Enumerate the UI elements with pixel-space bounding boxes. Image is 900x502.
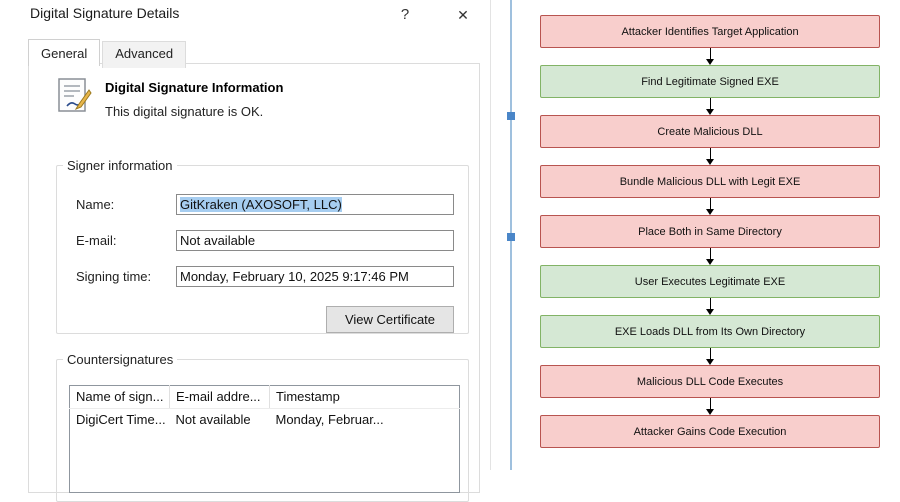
flow-step-label: Find Legitimate Signed EXE — [641, 76, 779, 88]
name-field[interactable]: GitKraken (AXOSOFT, LLC) — [176, 194, 454, 215]
arrow-down-icon — [540, 198, 880, 215]
tab-general[interactable]: General — [28, 39, 100, 66]
arrow-down-icon — [540, 298, 880, 315]
signature-icon — [55, 76, 93, 114]
flow-step-label: Malicious DLL Code Executes — [637, 376, 783, 388]
flow-step-label: EXE Loads DLL from Its Own Directory — [615, 326, 805, 338]
cell-signer-email: Not available — [170, 408, 270, 431]
arrow-down-icon — [540, 98, 880, 115]
signer-information-group: Signer information Name: GitKraken (AXOS… — [56, 158, 469, 334]
arrow-down-icon — [540, 248, 880, 265]
flow-step-label: Attacker Identifies Target Application — [621, 26, 798, 38]
selection-handle[interactable] — [507, 233, 515, 241]
email-field[interactable]: Not available — [176, 230, 454, 251]
attack-flowchart: Attacker Identifies Target Application F… — [540, 15, 880, 448]
flow-step-attacker-gains-execution[interactable]: Attacker Gains Code Execution — [540, 415, 880, 448]
countersignatures-table[interactable]: Name of sign... E-mail addre... Timestam… — [69, 385, 460, 493]
flow-step-label: Create Malicious DLL — [657, 126, 762, 138]
column-header-email[interactable]: E-mail addre... — [170, 386, 270, 409]
dialog-title: Digital Signature Details — [30, 5, 179, 21]
flow-step-label: Attacker Gains Code Execution — [634, 426, 787, 438]
info-heading: Digital Signature Information — [105, 80, 283, 95]
countersignatures-legend: Countersignatures — [63, 352, 177, 367]
cell-signer-name: DigiCert Time... — [70, 408, 170, 431]
flow-step-exe-loads-dll[interactable]: EXE Loads DLL from Its Own Directory — [540, 315, 880, 348]
cell-signer-timestamp: Monday, Februar... — [270, 408, 460, 431]
flow-step-place-same-directory[interactable]: Place Both in Same Directory — [540, 215, 880, 248]
digital-signature-details-dialog: Digital Signature Details ? ✕ General Ad… — [0, 0, 491, 470]
name-value: GitKraken (AXOSOFT, LLC) — [180, 197, 342, 212]
arrow-down-icon — [540, 48, 880, 65]
email-value: Not available — [180, 233, 255, 248]
flow-step-malicious-code-executes[interactable]: Malicious DLL Code Executes — [540, 365, 880, 398]
selection-handle[interactable] — [507, 112, 515, 120]
flow-step-label: Bundle Malicious DLL with Legit EXE — [620, 176, 801, 188]
flow-step-bundle-dll[interactable]: Bundle Malicious DLL with Legit EXE — [540, 165, 880, 198]
countersignatures-group: Countersignatures Name of sign... E-mail… — [56, 352, 469, 502]
table-empty-space — [70, 431, 460, 493]
flow-step-label: Place Both in Same Directory — [638, 226, 782, 238]
column-header-name[interactable]: Name of sign... — [70, 386, 170, 409]
tab-strip: General Advanced — [28, 41, 188, 68]
flow-step-user-executes-exe[interactable]: User Executes Legitimate EXE — [540, 265, 880, 298]
table-row[interactable]: DigiCert Time... Not available Monday, F… — [70, 408, 460, 431]
flow-step-label: User Executes Legitimate EXE — [635, 276, 785, 288]
arrow-down-icon — [540, 148, 880, 165]
column-header-timestamp[interactable]: Timestamp — [270, 386, 460, 409]
view-certificate-button[interactable]: View Certificate — [326, 306, 454, 333]
dialog-titlebar: Digital Signature Details ? ✕ — [0, 0, 490, 30]
email-label: E-mail: — [76, 233, 116, 248]
flow-step-find-signed-exe[interactable]: Find Legitimate Signed EXE — [540, 65, 880, 98]
help-icon[interactable]: ? — [390, 4, 420, 26]
info-subtext: This digital signature is OK. — [105, 104, 263, 119]
signing-time-value: Monday, February 10, 2025 9:17:46 PM — [180, 269, 409, 284]
flow-step-identify-target[interactable]: Attacker Identifies Target Application — [540, 15, 880, 48]
arrow-down-icon — [540, 348, 880, 365]
close-icon[interactable]: ✕ — [448, 4, 478, 26]
arrow-down-icon — [540, 398, 880, 415]
signing-time-field[interactable]: Monday, February 10, 2025 9:17:46 PM — [176, 266, 454, 287]
general-tab-panel: Digital Signature Information This digit… — [28, 63, 480, 493]
tab-advanced[interactable]: Advanced — [102, 41, 186, 68]
signing-time-label: Signing time: — [76, 269, 151, 284]
flow-step-create-malicious-dll[interactable]: Create Malicious DLL — [540, 115, 880, 148]
table-header-row: Name of sign... E-mail addre... Timestam… — [70, 386, 460, 409]
name-label: Name: — [76, 197, 114, 212]
signer-information-legend: Signer information — [63, 158, 177, 173]
